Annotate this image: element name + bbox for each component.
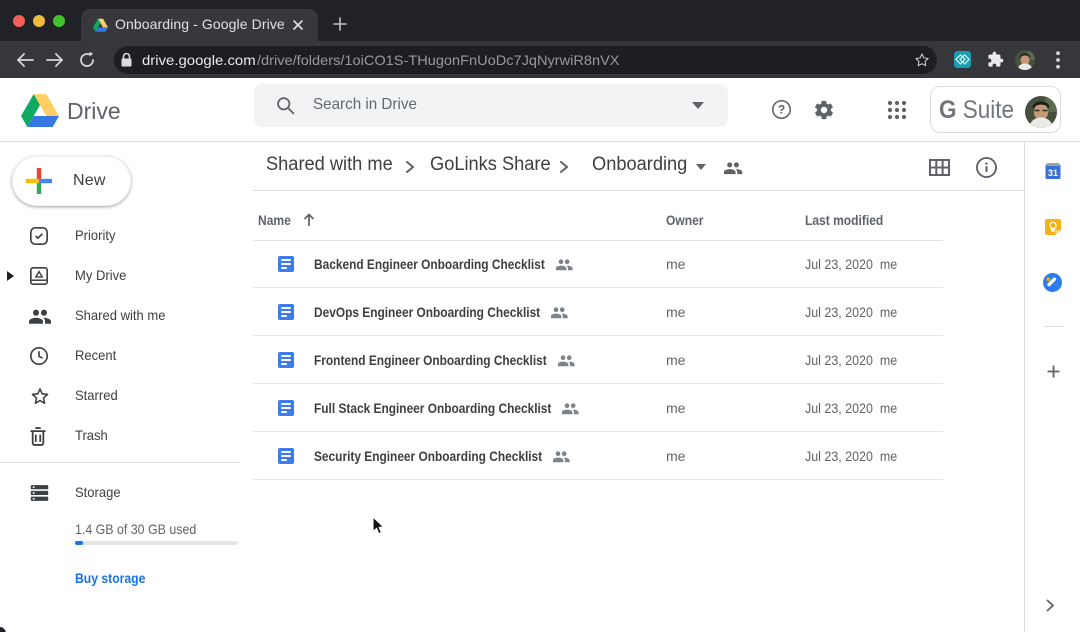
- svg-text:31: 31: [1048, 168, 1058, 178]
- svg-text:?: ?: [778, 103, 785, 117]
